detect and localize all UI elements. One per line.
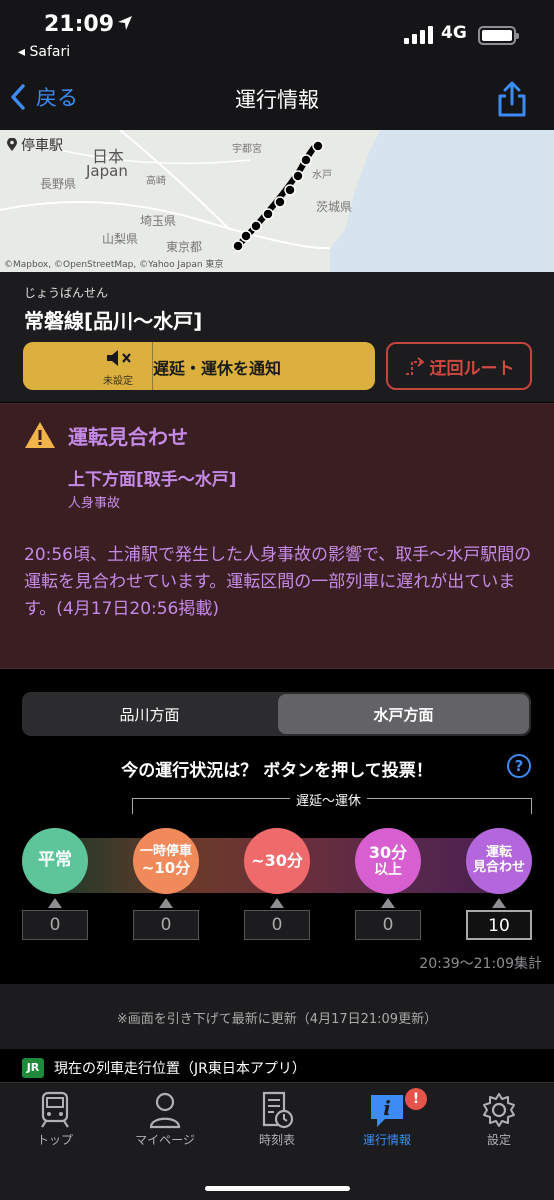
vote-button-normal[interactable]: 平常 [22, 828, 88, 894]
timetable-icon [262, 1091, 294, 1129]
navigation-bar: 戻る 運行情報 [0, 70, 554, 130]
train-icon [41, 1091, 69, 1128]
jr-train-position-link[interactable]: JR 現在の列車走行位置（JR東日本アプリ） [22, 1058, 306, 1078]
map-label-yamanashi: 山梨県 [102, 232, 139, 246]
line-name: 常磐線[品川〜水戸] [24, 309, 203, 333]
delay-range-label: 遅延〜運休 [290, 790, 368, 809]
jr-logo: JR [22, 1058, 44, 1078]
vote-button-suspended[interactable]: 運転 見合わせ [466, 828, 532, 894]
svg-text:i: i [383, 1096, 391, 1120]
alert-title: 運転見合わせ [68, 425, 188, 449]
tab-top[interactable]: トップ [0, 1091, 110, 1148]
vote-button-30min[interactable]: ~30分 [244, 828, 310, 894]
vote-pointer [270, 898, 284, 908]
vote-pointer [492, 898, 506, 908]
notify-label: 遅延・運休を通知 [153, 359, 282, 378]
vote-button-10min[interactable]: 一時停車 ~10分 [133, 828, 199, 894]
tab-mypage[interactable]: マイページ [110, 1091, 220, 1148]
direction-tabs: 品川方面 水戸方面 [22, 692, 531, 736]
line-header: じょうばんせん 常磐線[品川〜水戸] 未設定 遅延・運休を通知 迂回ルート [0, 272, 554, 402]
info-bubble-icon: i [371, 1095, 403, 1127]
tab-timetable[interactable]: 時刻表 [222, 1091, 332, 1148]
person-icon [149, 1092, 181, 1129]
vote-pointer [48, 898, 62, 908]
vote-count-normal: 0 [22, 910, 88, 940]
share-icon[interactable] [496, 80, 528, 118]
notify-delay-button[interactable]: 未設定 遅延・運休を通知 [23, 342, 375, 390]
map-background [0, 130, 554, 272]
vote-button-over-30min[interactable]: 30分 以上 [355, 828, 421, 894]
alert-cause: 人身事故 [68, 496, 121, 511]
map-attribution: ©Mapbox, ©OpenStreetMap, ©Yahoo Japan 東京 [4, 260, 224, 270]
tab-shinagawa-direction[interactable]: 品川方面 [24, 694, 275, 734]
status-bar: 21:09 ◂ Safari 4G [0, 0, 554, 70]
map-label-japan: Japan [86, 162, 128, 180]
vote-tally-period: 20:39〜21:09集計 [419, 956, 542, 972]
vote-count-30min: 0 [244, 910, 310, 940]
map-pin-icon [7, 138, 17, 151]
service-alert: 運転見合わせ 上下方面[取手〜水戸] 人身事故 20:56頃、土浦駅で発生した人… [0, 403, 554, 669]
map-label-takasaki: 高崎 [146, 176, 166, 187]
cellular-signal-icon [404, 26, 433, 44]
vote-question: 今の運行状況は？ ボタンを押して投票！ [121, 761, 433, 781]
tab-bar: トップ マイページ 時刻表 i 運行情報 設定 [0, 1082, 554, 1200]
map-label-tokyo: 東京都 [166, 240, 203, 254]
alert-body: 20:56頃、土浦駅で発生した人身事故の影響で、取手〜水戸駅間の運転を見合わせて… [24, 545, 532, 619]
help-icon[interactable]: ? [507, 754, 531, 778]
gear-icon [483, 1093, 515, 1127]
map-label-utsunomiya: 宇都宮 [232, 144, 262, 155]
vote-count-over-30min: 0 [355, 910, 421, 940]
jr-link-label: 現在の列車走行位置（JR東日本アプリ） [54, 1061, 306, 1077]
detour-route-button[interactable]: 迂回ルート [386, 342, 532, 390]
map-label-nagano: 長野県 [40, 177, 77, 191]
vote-count-suspended: 10 [466, 910, 532, 940]
route-map[interactable]: 停車駅 日本 Japan 長野県 宇都宮 高崎 水戸 茨城県 埼玉県 山梨県 東… [0, 130, 554, 272]
page-title: 運行情報 [235, 88, 319, 112]
back-to-safari-link[interactable]: ◂ Safari [18, 44, 70, 60]
alert-section: 上下方面[取手〜水戸] [68, 470, 237, 490]
vote-pointer [159, 898, 173, 908]
stop-station-label: 停車駅 [6, 135, 63, 155]
speaker-mute-icon [107, 350, 131, 366]
vote-count-10min: 0 [133, 910, 199, 940]
home-indicator [205, 1186, 350, 1191]
map-label-saitama: 埼玉県 [140, 214, 177, 228]
warning-icon [25, 422, 55, 448]
location-arrow-icon [118, 16, 132, 30]
network-type: 4G [441, 23, 467, 43]
line-name-kana: じょうばんせん [24, 286, 109, 300]
battery-icon [478, 26, 519, 45]
vote-pointer [381, 898, 395, 908]
tab-mito-direction[interactable]: 水戸方面 [278, 694, 529, 734]
tab-settings[interactable]: 設定 [444, 1091, 554, 1148]
detour-icon [405, 357, 424, 375]
map-label-ibaraki: 茨城県 [316, 200, 353, 214]
status-time: 21:09 [44, 12, 115, 37]
mute-toggle[interactable]: 未設定 [23, 342, 153, 390]
notification-badge: ! [405, 1088, 427, 1110]
map-label-mito: 水戸 [312, 170, 332, 181]
refresh-note: ※画面を引き下げて最新に更新（4月17日21:09更新） [116, 1012, 438, 1027]
